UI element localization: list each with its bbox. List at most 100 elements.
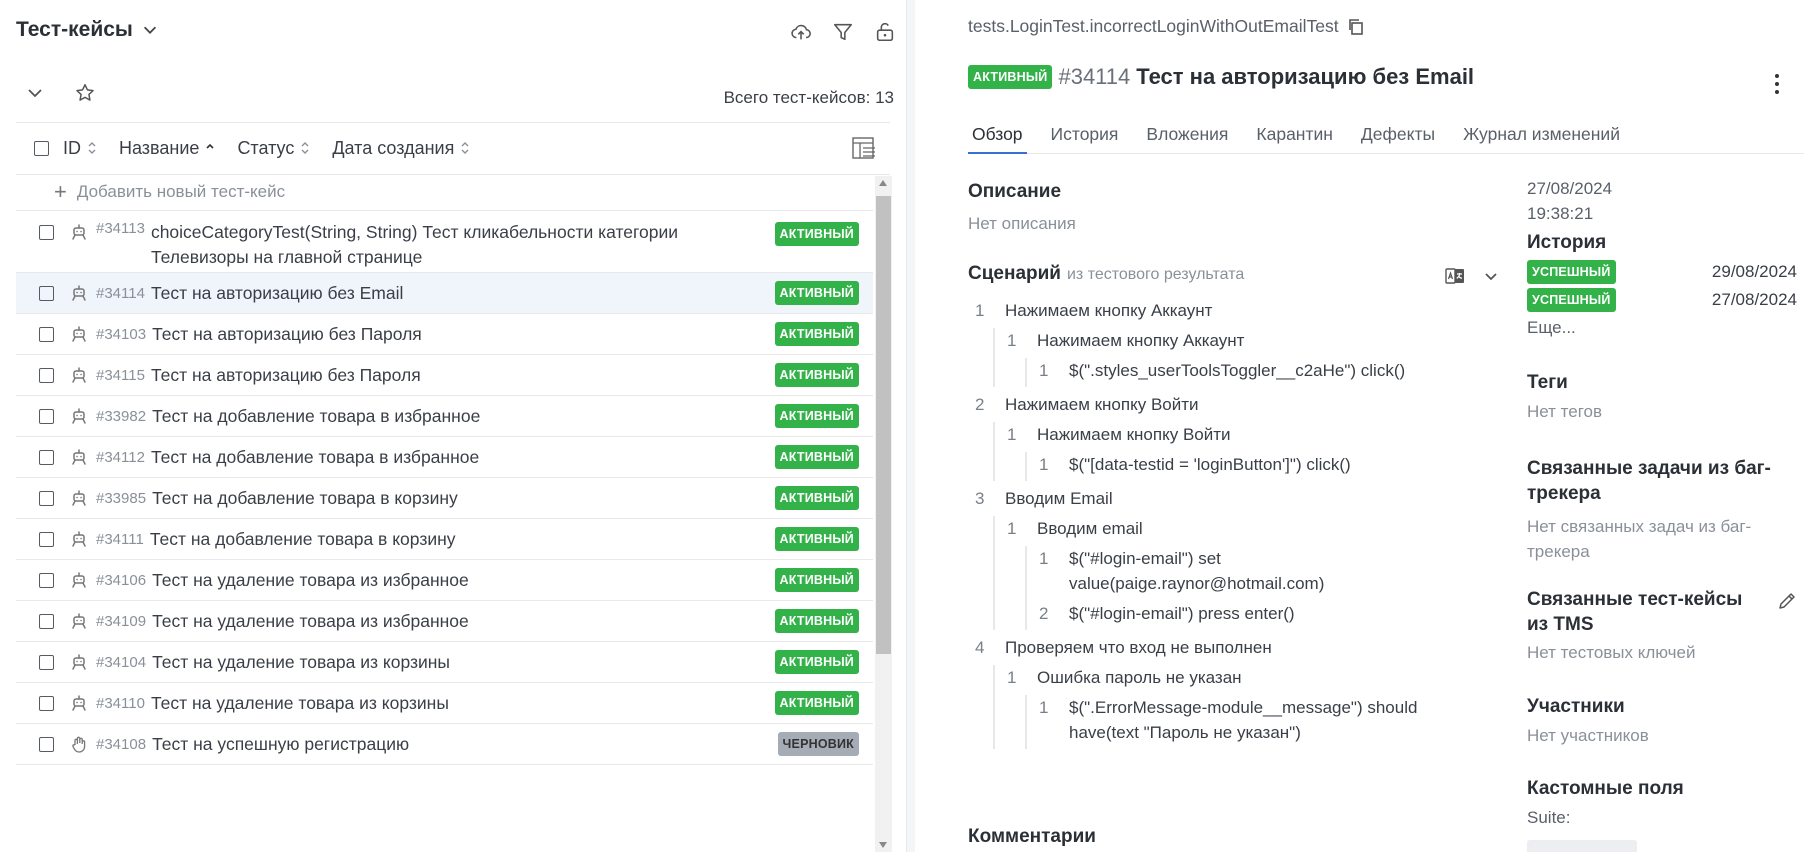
table-row[interactable]: #34106 Тест на удаление товара из избран… bbox=[16, 560, 873, 601]
table-row[interactable]: #34109 Тест на удаление товара из избран… bbox=[16, 601, 873, 642]
step-text: Нажимаем кнопку Войти bbox=[1037, 425, 1231, 444]
status-badge: АКТИВНЫЙ bbox=[968, 65, 1053, 89]
tab-quarantine[interactable]: Карантин bbox=[1252, 120, 1337, 154]
step: 1 Нажимаем кнопку Войти bbox=[1007, 422, 1435, 447]
column-name[interactable]: Название bbox=[119, 138, 215, 159]
row-checkbox[interactable] bbox=[39, 326, 54, 342]
table-row[interactable]: #34114 Тест на авторизацию без Email АКТ… bbox=[16, 273, 873, 314]
sort-icon bbox=[88, 142, 96, 154]
row-checkbox[interactable] bbox=[39, 531, 54, 547]
row-name[interactable]: Тест на удаление товара из корзины bbox=[151, 691, 775, 716]
add-test-case-button[interactable]: + Добавить новый тест-кейс bbox=[54, 181, 285, 203]
scroll-thumb[interactable] bbox=[876, 196, 891, 654]
more-menu-icon[interactable] bbox=[1774, 72, 1780, 96]
detail-name[interactable]: Тест на авторизацию без Email bbox=[1136, 64, 1474, 90]
step: 1 $("[data-testid = 'loginButton']") cli… bbox=[1039, 452, 1435, 477]
table-row[interactable]: #34110 Тест на удаление товара из корзин… bbox=[16, 683, 873, 724]
copy-icon[interactable] bbox=[1347, 18, 1365, 36]
step-number: 1 bbox=[1039, 549, 1049, 568]
linked-cases-section: Связанные тест-кейсы из TMS Нет тестовых… bbox=[1527, 587, 1797, 663]
row-checkbox[interactable] bbox=[39, 408, 54, 424]
row-name[interactable]: Тест на добавление товара в корзину bbox=[150, 527, 775, 552]
table-row[interactable]: #34108 Тест на успешную регистрацию ЧЕРН… bbox=[16, 724, 873, 765]
history-item[interactable]: УСПЕШНЫЙ 27/08/2024 bbox=[1527, 288, 1797, 312]
table-row[interactable]: #34115 Тест на авторизацию без Пароля АК… bbox=[16, 355, 873, 396]
list-scrollbar[interactable] bbox=[875, 176, 892, 852]
table-row[interactable]: #33985 Тест на добавление товара в корзи… bbox=[16, 478, 873, 519]
step-number: 1 bbox=[1039, 361, 1049, 380]
row-checkbox[interactable] bbox=[39, 449, 54, 465]
scroll-down-arrow-icon[interactable] bbox=[879, 842, 887, 848]
row-name[interactable]: Тест на авторизацию без Пароля bbox=[152, 322, 774, 347]
select-all-checkbox[interactable] bbox=[34, 140, 49, 156]
row-checkbox[interactable] bbox=[39, 572, 54, 588]
table-row[interactable]: #34112 Тест на добавление товара в избра… bbox=[16, 437, 873, 478]
row-name[interactable]: Тест на авторизацию без Email bbox=[151, 281, 775, 306]
step-number: 1 bbox=[1039, 698, 1049, 717]
column-id-label: ID bbox=[63, 137, 81, 158]
scroll-up-arrow-icon[interactable] bbox=[879, 180, 887, 186]
panel-resize-handle[interactable] bbox=[906, 0, 915, 852]
step-text: Вводим email bbox=[1037, 519, 1143, 538]
row-checkbox[interactable] bbox=[39, 367, 54, 383]
row-checkbox[interactable] bbox=[39, 225, 54, 240]
issues-section: Связанные задачи из баг-трекера Нет связ… bbox=[1527, 456, 1797, 564]
table-row[interactable]: #34113 choiceCategoryTest(String, String… bbox=[16, 210, 873, 273]
star-icon[interactable] bbox=[74, 82, 96, 104]
row-name[interactable]: choiceCategoryTest(String, String) Тест … bbox=[151, 220, 775, 270]
row-name[interactable]: Тест на удаление товара из избранное bbox=[152, 609, 774, 634]
unlock-icon[interactable] bbox=[874, 20, 896, 44]
panel-title-dropdown[interactable]: Тест-кейсы bbox=[16, 18, 159, 42]
row-id: #34109 bbox=[96, 612, 147, 630]
step-number: 1 bbox=[975, 301, 985, 320]
row-checkbox[interactable] bbox=[39, 736, 54, 752]
history-more-link[interactable]: Еще... bbox=[1527, 318, 1797, 338]
row-name[interactable]: Тест на удаление товара из корзины bbox=[152, 650, 774, 675]
tab-overview[interactable]: Обзор bbox=[968, 120, 1027, 154]
edit-pencil-icon[interactable] bbox=[1777, 591, 1797, 611]
table-row[interactable]: #34103 Тест на авторизацию без Пароля АК… bbox=[16, 314, 873, 355]
column-status[interactable]: Статус bbox=[237, 138, 310, 159]
tab-history[interactable]: История bbox=[1047, 120, 1123, 154]
column-id[interactable]: ID bbox=[63, 138, 97, 159]
upload-cloud-icon[interactable] bbox=[790, 20, 812, 44]
row-name[interactable]: Тест на добавление товара в избранное bbox=[151, 445, 775, 470]
tags-heading: Теги bbox=[1527, 372, 1568, 393]
table-row[interactable]: #34104 Тест на удаление товара из корзин… bbox=[16, 642, 873, 683]
column-settings-icon[interactable] bbox=[852, 136, 878, 160]
substeps: 1 Вводим email 1 $("#login-email") set v… bbox=[993, 516, 1435, 630]
automated-icon bbox=[72, 285, 86, 301]
status-badge: АКТИВНЫЙ bbox=[774, 322, 859, 346]
row-id: #34113 bbox=[96, 220, 145, 237]
row-name[interactable]: Тест на авторизацию без Пароля bbox=[151, 363, 775, 388]
row-checkbox[interactable] bbox=[39, 654, 54, 670]
row-checkbox[interactable] bbox=[39, 613, 54, 629]
step: 2 $("#login-email") press enter() bbox=[1039, 601, 1435, 626]
step-text: $("[data-testid = 'loginButton']") click… bbox=[1069, 455, 1351, 474]
table-row[interactable]: #34111 Тест на добавление товара в корзи… bbox=[16, 519, 873, 560]
scenario-source: из тестового результата bbox=[1066, 266, 1245, 283]
row-checkbox[interactable] bbox=[39, 695, 54, 711]
status-badge: АКТИВНЫЙ bbox=[774, 404, 859, 428]
row-name[interactable]: Тест на удаление товара из избранное bbox=[152, 568, 774, 593]
column-headers: ID Название Статус Дата создания bbox=[16, 122, 888, 174]
row-name[interactable]: Тест на добавление товара в избранное bbox=[152, 404, 774, 429]
row-name[interactable]: Тест на добавление товара в корзину bbox=[152, 486, 774, 511]
row-checkbox[interactable] bbox=[39, 490, 54, 506]
filter-icon[interactable] bbox=[832, 20, 854, 44]
collapse-chevron-icon[interactable] bbox=[24, 82, 46, 104]
row-name[interactable]: Тест на успешную регистрацию bbox=[152, 732, 777, 757]
step-number: 1 bbox=[1039, 455, 1049, 474]
tab-changelog[interactable]: Журнал изменений bbox=[1459, 120, 1624, 154]
row-id: #34104 bbox=[96, 653, 147, 671]
step: 1 $(".ErrorMessage-module__message") sho… bbox=[1039, 695, 1435, 745]
translate-icon[interactable] bbox=[1445, 266, 1465, 286]
step-number: 1 bbox=[1007, 668, 1017, 687]
chevron-down-icon[interactable] bbox=[1481, 266, 1501, 286]
tab-attachments[interactable]: Вложения bbox=[1142, 120, 1232, 154]
tab-defects[interactable]: Дефекты bbox=[1357, 120, 1439, 154]
history-item[interactable]: УСПЕШНЫЙ 29/08/2024 bbox=[1527, 260, 1797, 284]
row-checkbox[interactable] bbox=[39, 285, 54, 301]
column-created[interactable]: Дата создания bbox=[332, 138, 470, 159]
table-row[interactable]: #33982 Тест на добавление товара в избра… bbox=[16, 396, 873, 437]
